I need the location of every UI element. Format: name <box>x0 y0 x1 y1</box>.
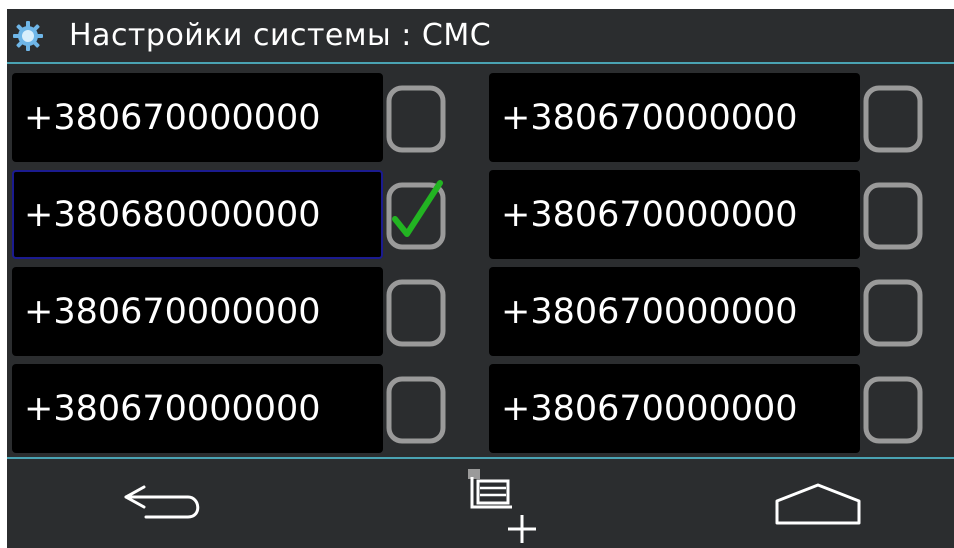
checkmark-icon <box>392 180 443 237</box>
add-list-button[interactable] <box>427 459 557 548</box>
checkbox-3[interactable] <box>385 179 447 251</box>
phone-field-7[interactable]: +380670000000 <box>12 364 383 453</box>
phone-field-6[interactable]: +380670000000 <box>489 267 860 356</box>
phone-field-5[interactable]: +380670000000 <box>12 267 383 356</box>
header-bar: Настройки системы : СМС <box>7 9 954 64</box>
add-list-icon <box>468 468 536 543</box>
checkbox-7[interactable] <box>385 373 447 445</box>
home-icon <box>775 483 861 524</box>
phone-field-1[interactable]: +380670000000 <box>12 73 383 162</box>
phone-field-8[interactable]: +380670000000 <box>489 364 860 453</box>
checkbox-2[interactable] <box>862 82 924 154</box>
checkbox-5[interactable] <box>385 276 447 348</box>
phone-field-4[interactable]: +380670000000 <box>489 170 860 259</box>
home-button[interactable] <box>753 459 883 548</box>
phone-field-2[interactable]: +380670000000 <box>489 73 860 162</box>
navigation-bar <box>7 457 954 548</box>
checkbox-8[interactable] <box>862 373 924 445</box>
sms-settings-screen: Настройки системы : СМС +380670000000 +3… <box>7 9 954 548</box>
back-arrow-icon <box>124 485 200 518</box>
checkbox-6[interactable] <box>862 276 924 348</box>
back-button[interactable] <box>97 459 227 548</box>
page-title: Настройки системы : СМС <box>69 18 492 53</box>
checkbox-1[interactable] <box>385 82 447 154</box>
phone-field-3[interactable]: +380680000000 <box>12 170 383 259</box>
checkbox-4[interactable] <box>862 179 924 251</box>
gear-icon <box>13 20 43 51</box>
